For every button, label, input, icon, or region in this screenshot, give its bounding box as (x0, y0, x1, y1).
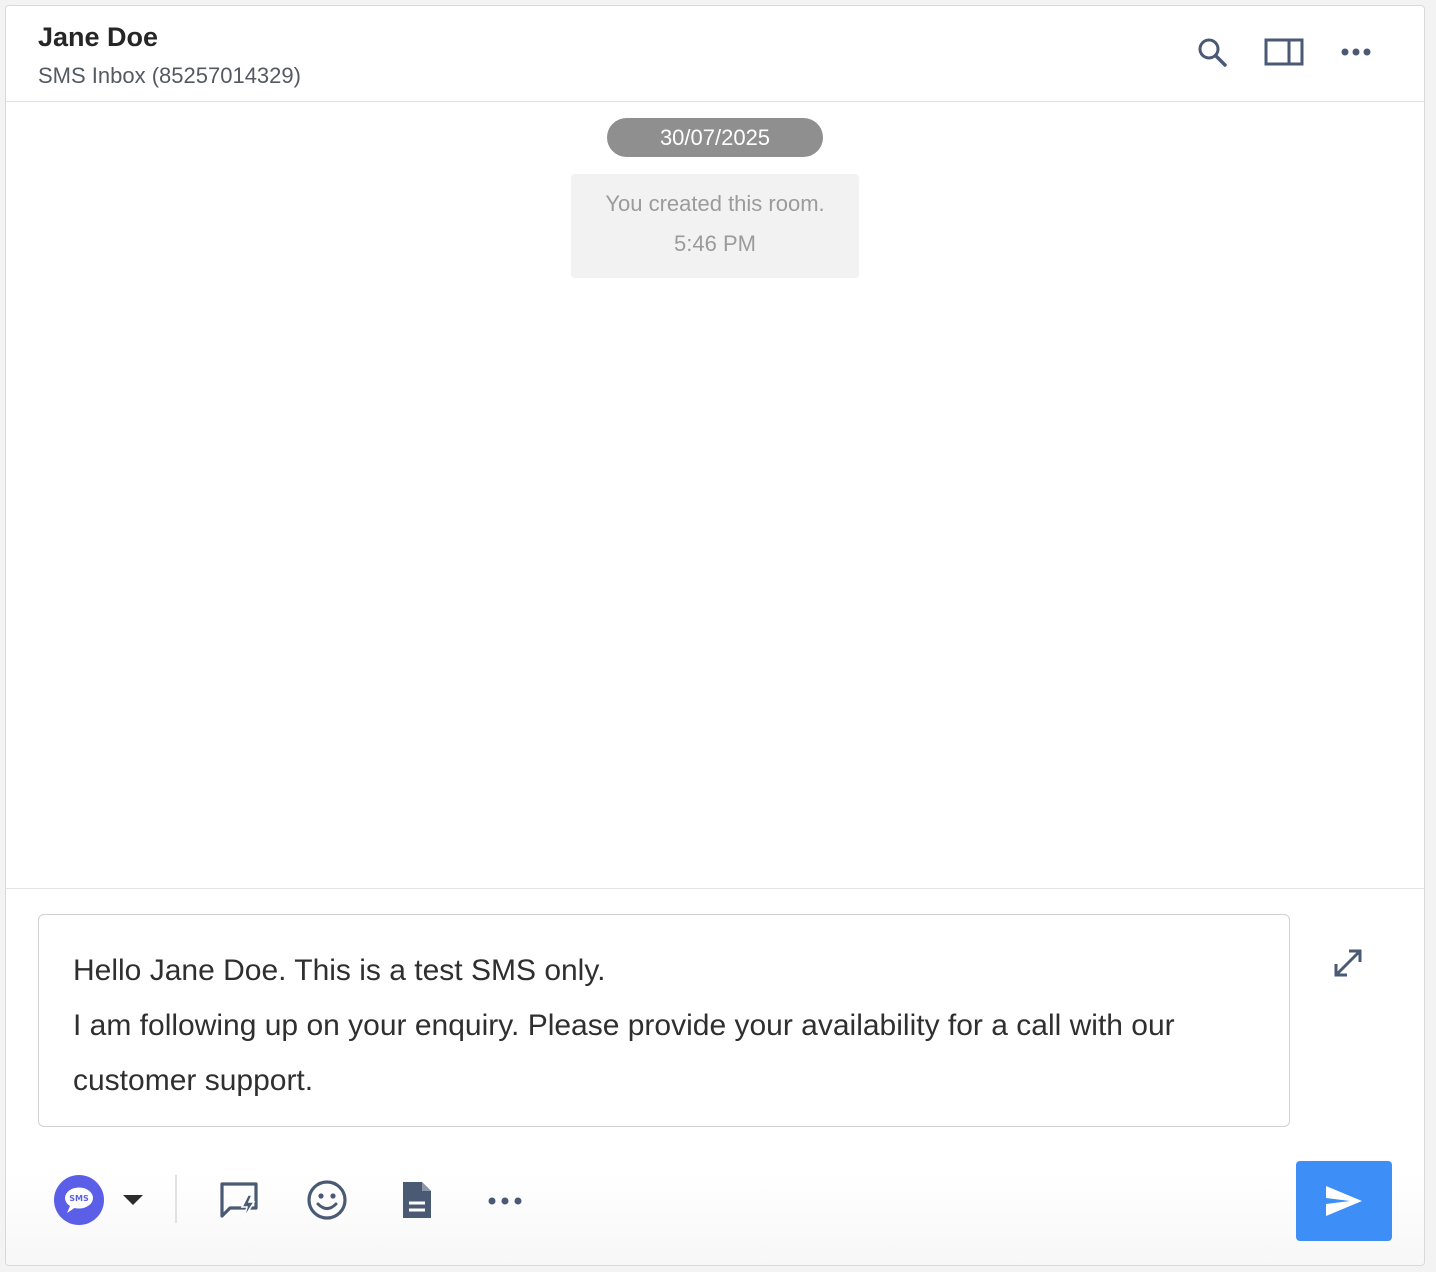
toolbar-divider (175, 1175, 177, 1223)
inbox-label: SMS Inbox (85257014329) (38, 63, 301, 88)
channel-dropdown-button[interactable] (116, 1187, 150, 1213)
system-message-text: You created this room. (605, 191, 825, 216)
message-input[interactable]: Hello Jane Doe. This is a test SMS only.… (38, 914, 1290, 1127)
channel-selector[interactable]: SMS (54, 1175, 104, 1225)
chat-window: Jane Doe SMS Inbox (85257014329) 30/07/2… (5, 5, 1425, 1266)
message-line: I am following up on your enquiry. Pleas… (73, 1009, 1175, 1097)
expand-composer-button[interactable] (1326, 941, 1370, 985)
search-button[interactable] (1190, 30, 1234, 74)
template-button[interactable] (394, 1177, 440, 1223)
channel-dropdown-icon (123, 1195, 143, 1205)
emoji-icon (307, 1180, 347, 1220)
send-icon (1326, 1186, 1362, 1216)
system-message: You created this room. 5:46 PM (571, 174, 859, 278)
emoji-button[interactable] (304, 1177, 350, 1223)
sms-channel-icon: SMS (65, 1187, 93, 1213)
expand-icon (1334, 949, 1362, 977)
message-composer: Hello Jane Doe. This is a test SMS only.… (6, 888, 1424, 1265)
date-separator: 30/07/2025 (607, 118, 823, 157)
message-list[interactable]: 30/07/2025 You created this room. 5:46 P… (6, 102, 1424, 888)
template-icon (403, 1182, 431, 1218)
contact-name: Jane Doe (38, 22, 159, 52)
send-button[interactable] (1296, 1161, 1392, 1241)
quick-reply-button[interactable] (216, 1177, 262, 1223)
message-line: Hello Jane Doe. This is a test SMS only. (73, 954, 606, 987)
quick-reply-icon (220, 1182, 258, 1219)
sms-badge-label: SMS (69, 1194, 89, 1203)
system-message-time: 5:46 PM (674, 231, 756, 256)
header-more-button[interactable] (1334, 30, 1378, 74)
more-horizontal-icon (488, 1197, 522, 1205)
side-panel-icon (1264, 38, 1304, 66)
more-horizontal-icon (1341, 48, 1371, 56)
composer-more-button[interactable] (482, 1189, 528, 1213)
toggle-side-panel-button[interactable] (1262, 30, 1306, 74)
search-icon (1198, 38, 1227, 67)
conversation-header: Jane Doe SMS Inbox (85257014329) (6, 6, 1424, 102)
